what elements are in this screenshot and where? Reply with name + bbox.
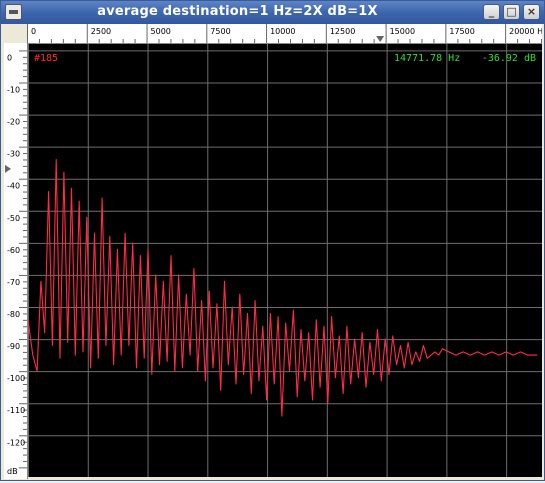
db-tick-label: -40: [7, 182, 20, 191]
spectrum-plot-svg: #185 14771.78 Hz -36.92 dB: [27, 44, 542, 477]
db-ruler[interactable]: 0 -10 -20 -30 -40 -50 -60 -70 -80 -90 -100 -110 -120…: [4, 43, 28, 479]
frequency-tick-label: 2500: [91, 27, 111, 36]
frequency-tick-label: 17500: [449, 27, 474, 36]
cursor-level-readout: -36.92 dB: [482, 53, 536, 64]
maximize-button[interactable]: □: [503, 4, 520, 20]
level-cursor-marker[interactable]: [5, 164, 11, 173]
window-title: average destination=1 Hz=2X dB=1X: [97, 4, 378, 19]
db-tick-label: -50: [7, 214, 20, 223]
spectrum-trace: [27, 158, 538, 417]
frequency-ruler-svg: 0 2500 5000 7500 10000 12500 15000 17500 20000 H…: [27, 24, 545, 43]
frequency-tick-label: 12500: [330, 27, 355, 36]
frequency-tick-label: 5000: [151, 27, 171, 36]
db-tick-label: -110: [7, 406, 25, 415]
db-tick-label: -100: [7, 374, 25, 383]
frequency-cursor-marker[interactable]: [376, 36, 385, 42]
db-tick-label: -80: [7, 310, 20, 319]
db-tick-label: -30: [7, 150, 20, 159]
db-tick-label: -70: [7, 278, 20, 287]
close-button[interactable]: ×: [523, 4, 540, 20]
db-ruler-svg: 0 -10 -20 -30 -40 -50 -60 -70 -80 -90 -100 -110 -120…: [5, 50, 27, 476]
frequency-tick-label: 10000: [270, 27, 295, 36]
frequency-ruler[interactable]: 0 2500 5000 7500 10000 12500 15000 17500 20000 H…: [27, 24, 545, 44]
spectrum-plot[interactable]: #185 14771.78 Hz -36.92 dB: [27, 44, 542, 477]
frequency-tick-label: 15000: [390, 27, 415, 36]
title-bar[interactable]: average destination=1 Hz=2X dB=1X _ □ ×: [1, 1, 544, 24]
app-window: average destination=1 Hz=2X dB=1X _ □ × …: [0, 0, 545, 481]
db-tick-label: -90: [7, 342, 20, 351]
frequency-tick-label: 7500: [210, 27, 230, 36]
db-tick-label: -120: [7, 438, 25, 447]
db-tick-label: -60: [7, 246, 20, 255]
db-tick-label: 0: [7, 53, 12, 62]
minimize-button[interactable]: _: [483, 4, 500, 20]
db-tick-label: -20: [7, 118, 20, 127]
cursor-frequency-readout: 14771.78 Hz: [394, 53, 460, 64]
grid: [28, 44, 542, 477]
frequency-tick-label: 20000 Hz: [509, 27, 542, 36]
db-tick-label: -10: [7, 85, 20, 94]
frame-number-label: #185: [34, 53, 58, 64]
frequency-tick-label: 0: [31, 27, 36, 36]
db-unit-label: dB: [7, 467, 18, 476]
